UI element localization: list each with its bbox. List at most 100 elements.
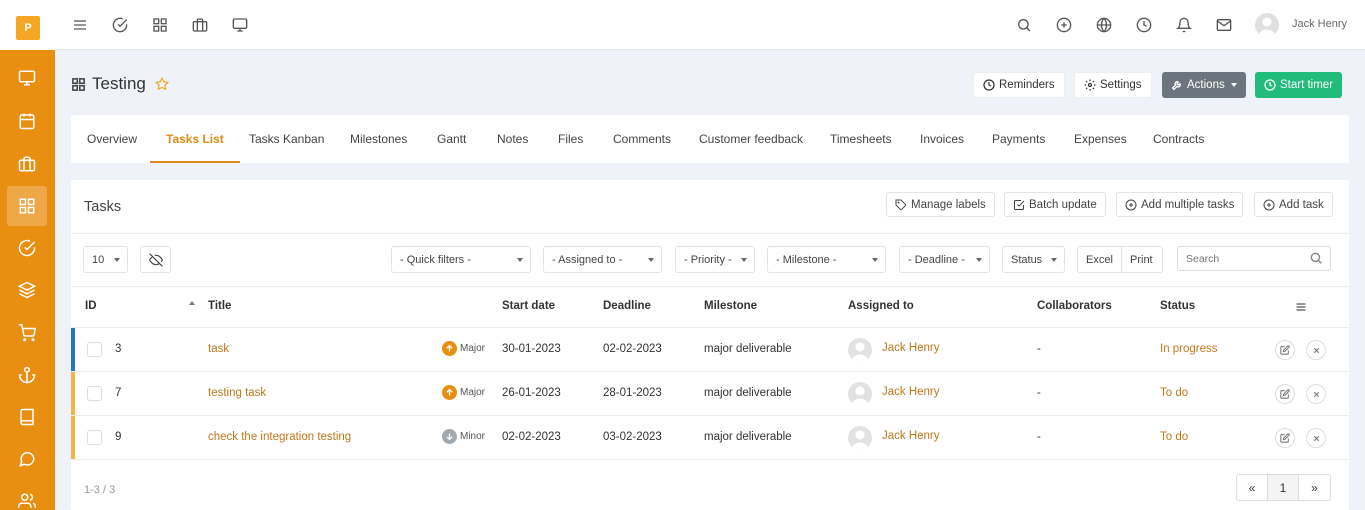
status-link[interactable]: To do <box>1160 387 1188 399</box>
language-selector[interactable] <box>1094 15 1114 35</box>
column-header-assigned-to[interactable]: Assigned to <box>848 300 914 312</box>
search-icon <box>1018 19 1031 32</box>
tab-gantt[interactable]: Gantt <box>437 115 466 163</box>
priority-select[interactable]: - Priority - <box>675 246 755 273</box>
check-square-icon <box>1014 199 1025 210</box>
tab-invoices[interactable]: Invoices <box>920 115 964 163</box>
column-header-status[interactable]: Status <box>1160 300 1195 312</box>
tab-overview[interactable]: Overview <box>87 115 137 163</box>
quick-clients[interactable] <box>190 15 210 35</box>
timers[interactable] <box>1134 15 1154 35</box>
assigned-to-select[interactable]: - Assigned to - <box>543 246 662 273</box>
sidebar-item-knowledge[interactable] <box>7 397 47 437</box>
task-title-link[interactable]: task <box>208 343 229 355</box>
global-search[interactable] <box>1014 15 1034 35</box>
pagination-page-1[interactable]: 1 <box>1267 474 1299 501</box>
tab-customer-feedback[interactable]: Customer feedback <box>699 115 803 163</box>
edit-button[interactable] <box>1275 340 1295 360</box>
tab-contracts[interactable]: Contracts <box>1153 115 1204 163</box>
column-header-collaborators[interactable]: Collaborators <box>1037 300 1112 312</box>
column-header-start-date[interactable]: Start date <box>502 300 555 312</box>
row-checkbox[interactable] <box>87 430 102 445</box>
milestone-select[interactable]: - Milestone - <box>767 246 886 273</box>
sidebar-item-leads[interactable] <box>7 270 47 310</box>
milestone-value: - Milestone - <box>776 253 837 266</box>
add-multiple-tasks-button[interactable]: Add multiple tasks <box>1116 192 1244 217</box>
edit-button[interactable] <box>1275 428 1295 448</box>
favorite-star-icon[interactable] <box>155 77 169 91</box>
page-size-select[interactable]: 10 <box>83 246 128 273</box>
task-title-link[interactable]: testing task <box>208 387 266 399</box>
column-header-milestone[interactable]: Milestone <box>704 300 757 312</box>
tab-files[interactable]: Files <box>558 115 583 163</box>
tab-tasks-kanban[interactable]: Tasks Kanban <box>249 115 324 163</box>
delete-button[interactable] <box>1306 384 1326 404</box>
task-title-link[interactable]: check the integration testing <box>208 431 351 443</box>
arrow-up-icon <box>442 341 457 356</box>
sidebar-item-events[interactable] <box>7 101 47 141</box>
pagination-prev[interactable]: « <box>1236 474 1268 501</box>
quick-tasks[interactable] <box>110 15 130 35</box>
print-button[interactable]: Print <box>1121 246 1163 273</box>
tab-tasks-list[interactable]: Tasks List <box>150 115 240 163</box>
cart-icon <box>18 324 36 342</box>
column-header-id[interactable]: ID <box>85 300 97 312</box>
delete-button[interactable] <box>1306 428 1326 448</box>
sidebar-item-projects[interactable] <box>7 186 47 226</box>
sidebar-item-tasks[interactable] <box>7 228 47 268</box>
quick-projects[interactable] <box>150 15 170 35</box>
delete-button[interactable] <box>1306 340 1326 360</box>
status-link[interactable]: In progress <box>1160 343 1218 355</box>
user-name[interactable]: Jack Henry <box>1292 18 1347 30</box>
search-input[interactable] <box>1177 246 1331 271</box>
column-header-title[interactable]: Title <box>208 300 231 312</box>
assignee-link[interactable]: Jack Henry <box>882 386 940 398</box>
tab-milestones[interactable]: Milestones <box>350 115 407 163</box>
status-select[interactable]: Status <box>1002 246 1065 273</box>
row-checkbox[interactable] <box>87 342 102 357</box>
pagination-next[interactable]: » <box>1298 474 1331 501</box>
add-task-button[interactable]: Add task <box>1254 192 1333 217</box>
milestone: major deliverable <box>704 431 792 443</box>
sidebar-item-anchor[interactable] <box>7 355 47 395</box>
sidebar-item-clients[interactable] <box>7 144 47 184</box>
user-avatar[interactable] <box>1255 13 1279 37</box>
divider <box>71 233 1349 234</box>
reminders-button[interactable]: Reminders <box>973 72 1065 98</box>
deadline-select[interactable]: - Deadline - <box>899 246 990 273</box>
batch-update-button[interactable]: Batch update <box>1004 192 1106 217</box>
quick-add[interactable] <box>1054 15 1074 35</box>
manage-labels-button[interactable]: Manage labels <box>886 192 995 217</box>
edit-button[interactable] <box>1275 384 1295 404</box>
tab-comments[interactable]: Comments <box>613 115 671 163</box>
menu-toggle[interactable] <box>70 15 90 35</box>
quick-dashboard[interactable] <box>230 15 250 35</box>
sidebar-item-team[interactable] <box>7 481 47 510</box>
assignee-link[interactable]: Jack Henry <box>882 342 940 354</box>
tab-payments[interactable]: Payments <box>992 115 1045 163</box>
settings-button[interactable]: Settings <box>1074 72 1152 98</box>
task-id: 7 <box>115 387 122 399</box>
messages[interactable] <box>1214 15 1234 35</box>
sidebar-item-dashboard[interactable] <box>7 58 47 98</box>
sidebar-item-sales[interactable] <box>7 313 47 353</box>
sidebar-item-messages[interactable] <box>7 439 47 479</box>
column-header-deadline[interactable]: Deadline <box>603 300 651 312</box>
quick-filters-select[interactable]: - Quick filters - <box>391 246 531 273</box>
notifications[interactable] <box>1174 15 1194 35</box>
chevron-down-icon <box>648 258 654 262</box>
tab-expenses[interactable]: Expenses <box>1074 115 1127 163</box>
export-excel-button[interactable]: Excel <box>1077 246 1122 273</box>
status-link[interactable]: To do <box>1160 431 1188 443</box>
row-checkbox[interactable] <box>87 386 102 401</box>
actions-dropdown[interactable]: Actions <box>1162 72 1246 98</box>
tab-notes[interactable]: Notes <box>497 115 528 163</box>
quick-filters-value: - Quick filters - <box>400 253 471 266</box>
start-timer-button[interactable]: Start timer <box>1255 72 1343 98</box>
sort-asc-icon[interactable] <box>189 301 195 305</box>
app-logo[interactable]: P <box>16 16 40 40</box>
column-visibility-button[interactable] <box>140 246 171 273</box>
tab-timesheets[interactable]: Timesheets <box>830 115 892 163</box>
assignee-link[interactable]: Jack Henry <box>882 430 940 442</box>
column-options-menu-icon[interactable] <box>1295 301 1307 313</box>
